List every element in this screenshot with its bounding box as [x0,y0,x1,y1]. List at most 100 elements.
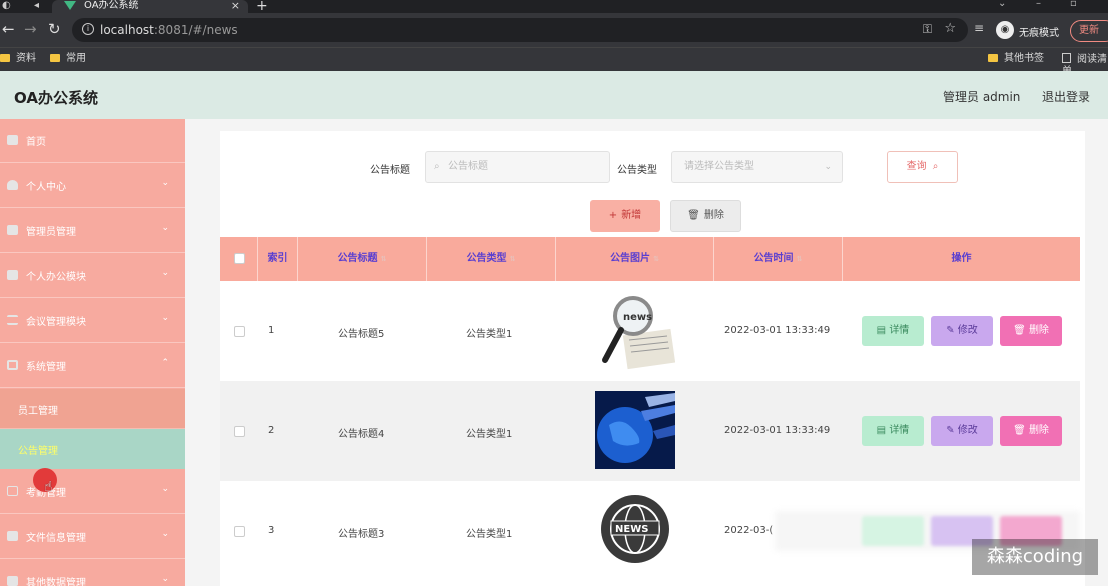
header-time[interactable]: 公告时间 ⇅ [714,237,843,281]
bookmark-folder[interactable]: 常用 [50,53,86,65]
admin-icon [7,225,18,235]
tab-close-icon[interactable]: × [231,0,240,11]
sidebar-item-label: 文件信息管理 [26,533,86,544]
add-button[interactable]: + 新增 [590,200,660,232]
maximize-icon[interactable]: ▫ [1070,0,1077,9]
sort-icon[interactable]: ⇅ [510,255,516,263]
search-icon: ⌕ [932,161,939,172]
sidebar-item-admin[interactable]: 管理员管理 ⌄ [0,209,185,253]
title-search-input[interactable]: ⌕ 公告标题 [425,151,610,183]
tab-title: OA办公系统 [84,0,139,11]
row-checkbox[interactable] [234,326,245,337]
delete-button[interactable]: 🗑 删除 [1000,316,1062,346]
query-button[interactable]: 查询 ⌕ [887,151,958,183]
tab-audio-icon[interactable]: ◂ [34,0,39,11]
browser-update-button[interactable]: 更新 [1070,20,1108,42]
sidebar-subitem-notice[interactable]: 公告管理 [0,429,185,469]
detail-button[interactable]: ▤ 详情 [862,416,924,446]
sidebar-item-label: 其他数据管理 [26,578,86,586]
table-row: 1 公告标题5 公告类型1 news 2022-03-01 13:33:49 ▤… [220,281,1080,381]
detail-button[interactable]: ▤ 详情 [862,316,924,346]
folder-icon [988,54,998,62]
header-image[interactable]: 公告图片 ⇅ [556,237,714,281]
row-time: 2022-03-01 13:33:49 [724,325,831,336]
minimize-icon[interactable]: – [1036,0,1041,9]
document-icon: ▤ [876,325,890,336]
delete-button[interactable]: 🗑 删除 [1000,416,1062,446]
sidebar-subitem-staff[interactable]: 员工管理 [0,389,185,429]
row-title: 公告标题3 [338,529,385,540]
browser-tab[interactable]: OA办公系统 × [52,0,248,13]
back-icon[interactable]: ← [2,21,15,37]
forward-icon[interactable]: → [24,21,37,37]
logout-link[interactable]: 退出登录 [1042,88,1090,105]
batch-delete-button[interactable]: 🗑 删除 [670,200,741,232]
header-type[interactable]: 公告类型 ⇅ [427,237,556,281]
sort-icon[interactable]: ⇅ [381,255,387,263]
image-icon [7,486,18,496]
sidebar-item-files[interactable]: 文件信息管理 ⌄ [0,515,185,559]
address-bar-area: ← → ↻ i localhost:8081/#/news ⚿ ☆ ≡ ◉ 无痕… [0,13,1108,47]
title-filter-label: 公告标题 [370,165,410,176]
news-magnifier-image: news [595,292,676,370]
content-panel: 公告标题 ⌕ 公告标题 公告类型 请选择公告类型 ⌄ 查询 ⌕ + 新增 🗑 删除 … [220,131,1085,586]
new-tab-button[interactable]: + [256,0,268,14]
sidebar-item-system[interactable]: 系统管理 ⌃ [0,344,185,388]
sidebar-item-other[interactable]: 其他数据管理 ⌄ [0,560,185,586]
other-bookmarks[interactable]: 其他书签 [988,53,1044,65]
title-placeholder: 公告标题 [448,161,488,172]
chevron-up-icon: ⌃ [161,358,169,368]
detail-button[interactable] [862,516,924,546]
delete-button-label: 删除 [703,210,724,221]
reading-list-icon [1062,53,1071,63]
bookmark-star-icon[interactable]: ☆ [944,21,956,36]
header-title[interactable]: 公告标题 ⇅ [298,237,427,281]
chevron-down-icon: ⌄ [161,223,169,233]
incognito-icon[interactable]: ◉ [996,21,1014,39]
url-input[interactable]: i localhost:8081/#/news ⚿ ☆ [72,18,968,42]
news-badge-image: NEWS [595,491,675,569]
sort-icon[interactable]: ⇅ [653,255,659,263]
trash-icon: 🗑 [1013,325,1029,336]
type-placeholder: 请选择公告类型 [684,161,754,172]
sidebar-item-label: 个人中心 [26,182,66,193]
reload-icon[interactable]: ↻ [48,21,61,37]
row-checkbox[interactable] [234,426,245,437]
add-button-label: 新增 [621,210,642,221]
row-checkbox[interactable] [234,526,245,537]
chevron-down-icon: ⌄ [161,529,169,539]
key-icon[interactable]: ⚿ [923,22,932,37]
header-actions: 操作 [951,253,972,264]
sidebar-item-profile[interactable]: 个人中心 ⌄ [0,164,185,208]
sidebar-item-home[interactable]: 首页 [0,119,185,163]
edit-button[interactable]: ✎ 修改 [931,416,993,446]
type-filter-label: 公告类型 [617,165,657,176]
edit-icon: ✎ [946,325,958,336]
site-info-icon[interactable]: i [82,23,94,35]
row-index: 2 [268,425,275,436]
bookmark-folder[interactable]: 资料 [0,53,36,65]
row-title: 公告标题5 [338,329,385,340]
row-index: 1 [268,325,275,336]
sort-icon[interactable]: ⇅ [797,255,803,263]
chevron-down-icon[interactable]: ⌄ [998,0,1006,9]
main-content: 公告标题 ⌕ 公告标题 公告类型 请选择公告类型 ⌄ 查询 ⌕ + 新增 🗑 删除 … [185,119,1108,586]
sidebar-item-office[interactable]: 个人办公模块 ⌄ [0,254,185,298]
browser-menu-icon[interactable]: ◐ [2,0,11,11]
sidebar-item-attendance[interactable]: 考勤管理 ⌄ [0,470,185,514]
system-icon [7,360,18,370]
sidebar-item-label: 会议管理模块 [26,317,86,328]
query-button-label: 查询 [906,161,927,172]
sidebar-subitem-label: 员工管理 [18,406,58,417]
current-user: 管理员 admin [943,90,1021,104]
chevron-down-icon: ⌄ [161,484,169,494]
sidebar-item-meeting[interactable]: 会议管理模块 ⌄ [0,299,185,343]
header-select-all[interactable] [220,237,258,281]
type-select[interactable]: 请选择公告类型 ⌄ [671,151,843,183]
sidebar-item-label: 首页 [26,137,46,148]
app-title: OA办公系统 [14,89,98,107]
select-all-checkbox[interactable] [234,253,245,264]
reading-list-icon[interactable]: ≡ [974,21,984,35]
edit-button[interactable]: ✎ 修改 [931,316,993,346]
globe-image [595,391,675,469]
